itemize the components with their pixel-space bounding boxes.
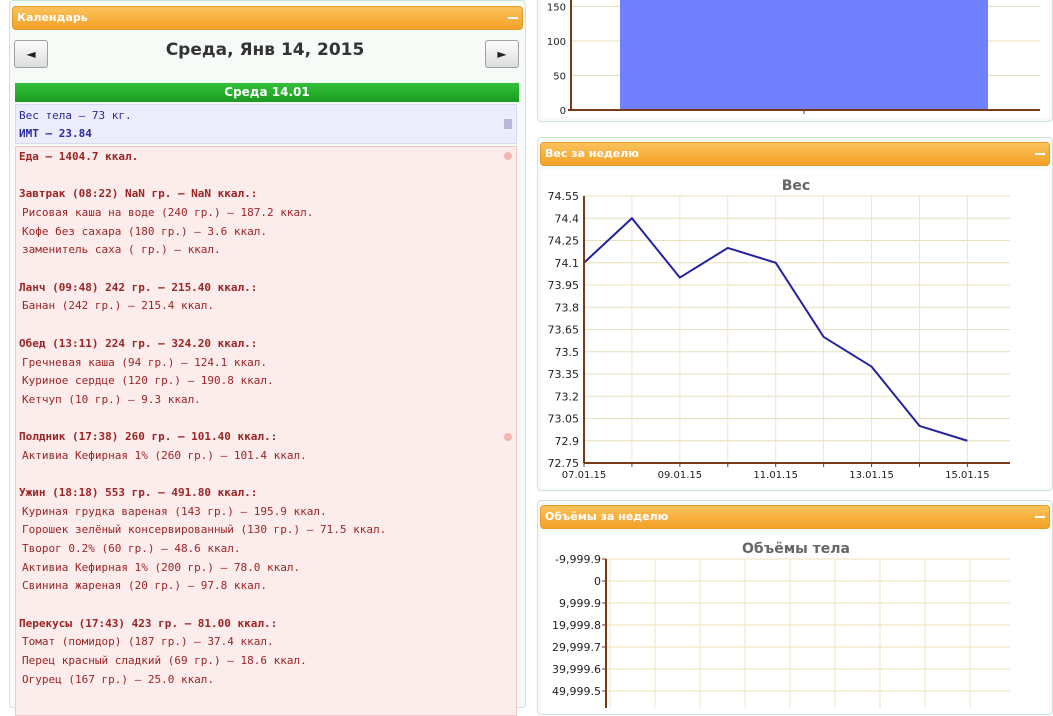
- y-tick-label: 19,999.8: [552, 619, 601, 632]
- food-item: Банан (242 гр.) — 215.4 ккал.: [22, 299, 215, 312]
- date-title: Среда, Янв 14, 2015: [165, 40, 365, 60]
- y-tick-label: 39,999.6: [552, 663, 601, 676]
- y-tick-label: 73.65: [548, 324, 580, 337]
- food-item: Творог 0.2% (60 гр.) — 48.6 ккал.: [22, 542, 241, 555]
- food-item: Рисовая каша на воде (240 гр.) — 187.2 к…: [22, 206, 314, 219]
- x-tick-label: 13.01.15: [849, 470, 894, 481]
- y-tick-label: 9,999.9: [559, 597, 601, 610]
- body-stats: Вес тела — 73 кг. ИМТ — 23.84: [15, 104, 517, 144]
- food-item: Кофе без сахара (180 гр.) — 3.6 ккал.: [22, 225, 268, 238]
- meal-title: Ужин (18:18) 553 гр. — 491.80 ккал.:: [19, 486, 258, 499]
- food-total: Еда — 1404.7 ккал.: [19, 150, 139, 163]
- weight-panel-header[interactable]: Вес за неделю: [540, 142, 1050, 166]
- food-item: Куриная грудка вареная (143 гр.) — 195.9…: [22, 505, 327, 518]
- food-item: Активиа Кефирная 1% (260 гр.) — 101.4 кк…: [22, 449, 307, 462]
- collapse-icon[interactable]: [1035, 516, 1045, 518]
- y-tick-label: 73.95: [548, 279, 580, 292]
- prev-day-button[interactable]: ◄: [14, 40, 48, 68]
- collapse-icon[interactable]: [508, 17, 518, 19]
- y-tick-label: 50: [553, 72, 566, 83]
- y-tick-label: 74.4: [555, 212, 580, 225]
- y-tick-label: 72.9: [555, 435, 580, 448]
- y-tick-label: 0: [560, 106, 566, 117]
- y-tick-label: 72.75: [548, 457, 580, 470]
- y-tick-label: 100: [547, 37, 566, 48]
- meal-title: Полдник (17:38) 260 гр. — 101.40 ккал.:: [19, 430, 278, 443]
- meal-title: Обед (13:11) 224 гр. — 324.20 ккал.:: [19, 337, 258, 350]
- food-item: Перец красный сладкий (69 гр.) — 18.6 кк…: [22, 654, 307, 667]
- day-bar: Среда 14.01: [15, 83, 519, 102]
- meal-title: Завтрак (08:22) NaN гр. — NaN ккал.:: [19, 187, 258, 200]
- volume-chart: Объёмы тела -9,999.9 0 9,999.9 19,999.8 29,99…: [552, 541, 1010, 708]
- x-tick-label: 15.01.15: [945, 470, 990, 481]
- food-item: Активиа Кефирная 1% (200 гр.) — 78.0 кка…: [22, 561, 301, 574]
- y-tick-label: 29,999.7: [552, 641, 601, 654]
- y-tick-label: 73.35: [548, 368, 580, 381]
- calendar-panel-header[interactable]: Календарь: [12, 6, 523, 30]
- food-item: заменитель саха ( гр.) — ккал.: [22, 243, 221, 256]
- collapse-icon[interactable]: [1035, 153, 1045, 155]
- weight-chart: Вес 74.55 74.4 74.25 74.1 73.95 73.8 73.65 73.5 7…: [548, 178, 1010, 481]
- hand-icon[interactable]: [504, 432, 512, 442]
- y-tick-label: 73.5: [555, 346, 580, 359]
- x-tick-label: 11.01.15: [753, 470, 798, 481]
- meal-title: Ланч (09:48) 242 гр. — 215.40 ккал.:: [19, 281, 258, 294]
- hand-icon[interactable]: [504, 151, 512, 161]
- food-log: Еда — 1404.7 ккал. Завтрак (08:22) NaN г…: [15, 146, 517, 716]
- food-item: Огурец (167 гр.) — 25.0 ккал.: [22, 673, 215, 686]
- volume-panel-title: Объёмы за неделю: [545, 510, 669, 523]
- y-tick-label: 73.8: [555, 301, 580, 314]
- edit-icon[interactable]: [504, 119, 512, 129]
- y-tick-label: 74.25: [548, 235, 580, 248]
- chart-title: Вес: [782, 178, 810, 194]
- weight-stat: Вес тела — 73 кг.: [19, 109, 132, 122]
- next-day-button[interactable]: ►: [485, 40, 519, 68]
- bmi-stat: ИМТ — 23.84: [19, 127, 92, 140]
- food-item: Куриное сердце (120 гр.) — 190.8 ккал.: [22, 374, 274, 387]
- food-item: Свинина жареная (20 гр.) — 97.8 ккал.: [22, 579, 268, 592]
- y-tick-label: -9,999.9: [555, 553, 601, 566]
- food-item: Гречневая каша (94 гр.) — 124.1 ккал.: [22, 356, 268, 369]
- chart-title: Объёмы тела: [742, 541, 850, 557]
- volume-panel-header[interactable]: Объёмы за неделю: [540, 505, 1050, 529]
- bar-chart: 0 50 100 150: [547, 0, 1040, 117]
- x-tick-label: 09.01.15: [658, 470, 703, 481]
- y-tick-label: 74.1: [555, 257, 580, 270]
- y-tick-label: 150: [547, 3, 566, 14]
- y-tick-label: 49,999.5: [552, 685, 601, 698]
- food-item: Томат (помидор) (187 гр.) — 37.4 ккал.: [22, 635, 274, 648]
- y-tick-label: 0: [594, 575, 601, 588]
- calendar-panel-title: Календарь: [17, 11, 88, 24]
- food-item: Горошек зелёный консервированный (130 гр…: [22, 523, 387, 536]
- y-tick-label: 73.05: [548, 413, 580, 426]
- bar: [620, 0, 988, 110]
- meal-title: Перекусы (17:43) 423 гр. — 81.00 ккал.:: [19, 617, 278, 630]
- weight-panel-title: Вес за неделю: [545, 147, 639, 160]
- y-tick-label: 73.2: [555, 390, 580, 403]
- x-tick-label: 07.01.15: [562, 470, 607, 481]
- food-item: Кетчуп (10 гр.) — 9.3 ккал.: [22, 393, 201, 406]
- y-tick-label: 74.55: [548, 190, 580, 203]
